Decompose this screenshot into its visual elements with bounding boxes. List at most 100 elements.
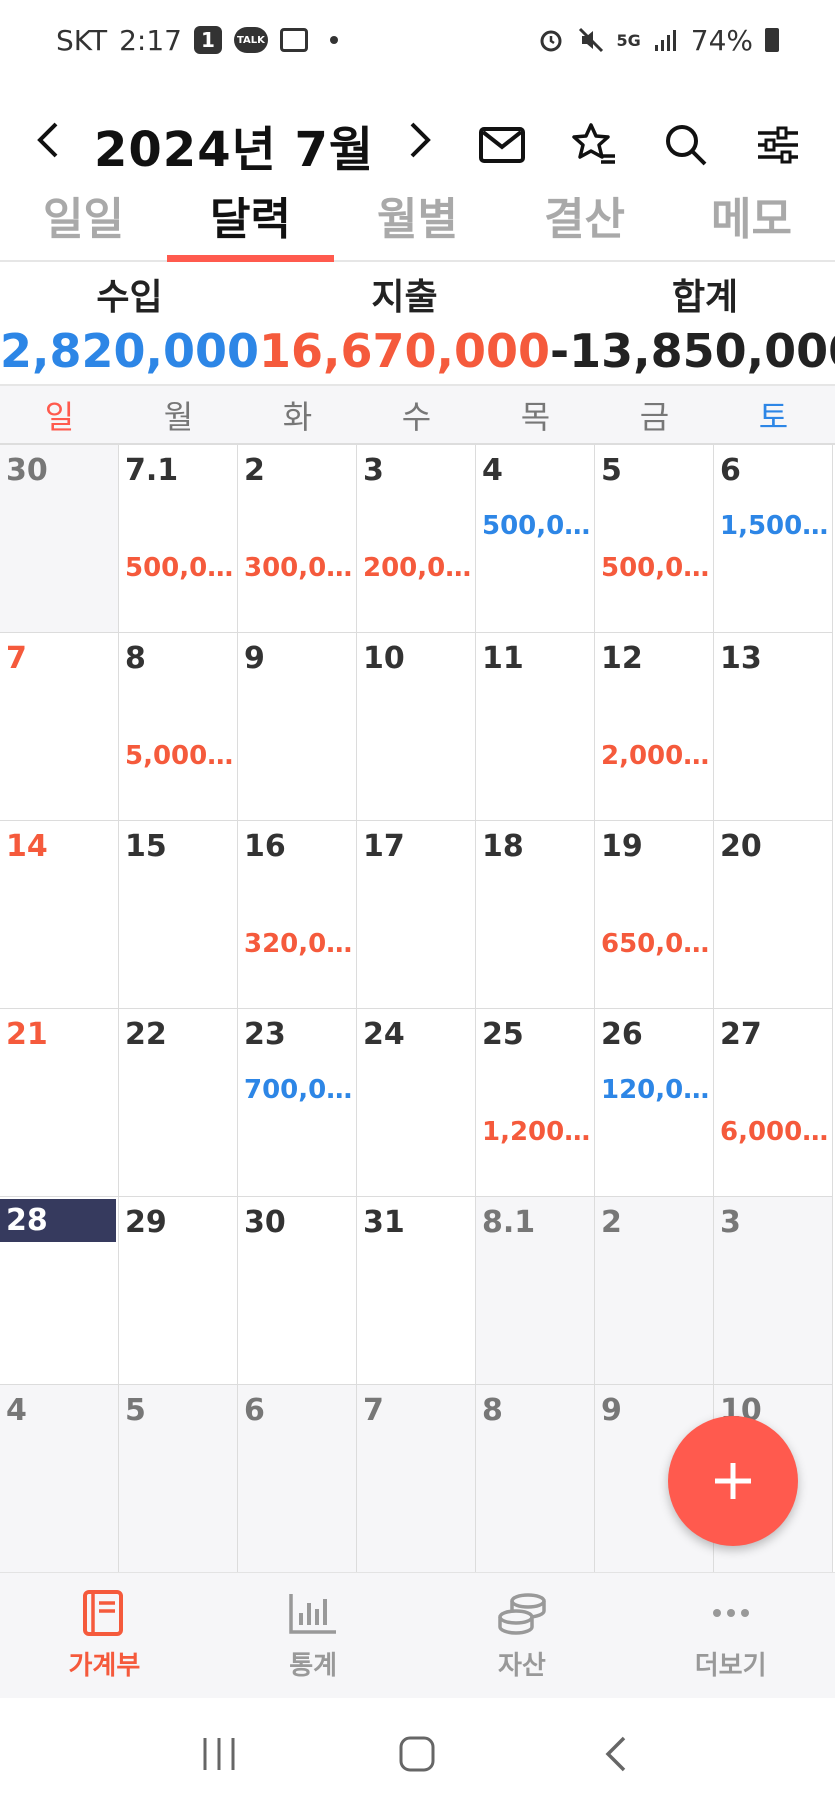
calendar-day-cell[interactable]: 7 [357, 1385, 476, 1573]
day-number: 17 [363, 829, 405, 864]
nav-more[interactable]: 더보기 [626, 1573, 835, 1698]
day-number: 3 [720, 1205, 741, 1240]
more-icon [704, 1589, 758, 1637]
calendar-day-cell[interactable]: 3 [714, 1197, 833, 1385]
tab-summary[interactable]: 결산 [501, 170, 668, 260]
tab-calendar[interactable]: 달력 [167, 170, 334, 262]
back-button[interactable] [586, 1724, 646, 1784]
calendar-day-cell[interactable]: 15 [119, 821, 238, 1009]
signal-icon [654, 30, 676, 51]
calendar-day-cell[interactable]: 10 [357, 633, 476, 821]
day-expense-amount: 500,0... [601, 553, 711, 583]
search-button[interactable] [663, 122, 709, 168]
recent-apps-button[interactable] [189, 1724, 249, 1784]
expense-value: 16,670,000 [259, 324, 551, 378]
nav-assets[interactable]: 자산 [418, 1573, 627, 1698]
calendar-day-cell[interactable]: 8 [476, 1385, 595, 1573]
calendar-day-cell[interactable]: 12 2,000... [595, 633, 714, 821]
calendar-day-cell[interactable]: 22 [119, 1009, 238, 1197]
home-button[interactable] [387, 1724, 447, 1784]
tab-monthly[interactable]: 월별 [334, 170, 501, 260]
talk-icon: TALK [233, 27, 268, 53]
day-income-amount: 1,500... [720, 511, 830, 541]
weekday-sun: 일 [44, 397, 75, 436]
day-number: 4 [482, 453, 503, 488]
calendar-day-cell[interactable]: 5 500,0... [595, 445, 714, 633]
tab-memo[interactable]: 메모 [668, 170, 835, 260]
day-number: 5 [601, 453, 622, 488]
day-expense-amount: 5,000... [125, 741, 235, 771]
nav-more-label: 더보기 [694, 1651, 767, 1681]
home-icon [399, 1736, 435, 1772]
calendar-day-cell[interactable]: 7.1 500,0... [119, 445, 238, 633]
calendar-day-cell[interactable]: 30 [238, 1197, 357, 1385]
nav-ledger[interactable]: 가계부 [0, 1573, 209, 1698]
calendar-day-cell[interactable]: 7 [0, 633, 119, 821]
mail-button[interactable] [479, 122, 525, 168]
calendar-day-cell[interactable]: 13 [714, 633, 833, 821]
calendar-day-cell[interactable]: 9 [238, 633, 357, 821]
calendar-day-cell[interactable]: 6 1,500... [714, 445, 833, 633]
calendar-day-cell[interactable]: 4 [0, 1385, 119, 1573]
day-number: 7.1 [125, 453, 179, 488]
weekday-header: 일 월 화 수 목 금 토 [0, 386, 835, 444]
nav-ledger-label: 가계부 [68, 1651, 141, 1681]
day-number: 16 [244, 829, 286, 864]
day-expense-amount: 1,200... [482, 1117, 592, 1147]
status-left: SKT 2:17 1 TALK [56, 24, 338, 57]
calendar-day-cell[interactable]: 21 [0, 1009, 119, 1197]
prev-month-button[interactable] [30, 120, 64, 171]
bookmark-button[interactable] [571, 122, 617, 168]
month-summary: 수입 2,820,000 지출 16,670,000 합계 -13,850,00… [0, 262, 835, 386]
calendar-day-cell[interactable]: 25 1,200... [476, 1009, 595, 1197]
day-number: 12 [601, 641, 643, 676]
calendar-day-cell[interactable]: 2 300,0... [238, 445, 357, 633]
calendar-day-cell[interactable]: 3 200,0... [357, 445, 476, 633]
calendar-day-cell[interactable]: 2 [595, 1197, 714, 1385]
alarm-icon [540, 30, 561, 52]
tab-daily[interactable]: 일일 [0, 170, 167, 260]
calendar-day-cell[interactable]: 19 650,0... [595, 821, 714, 1009]
calendar-day-cell[interactable]: 8 5,000... [119, 633, 238, 821]
weekday-tue: 화 [282, 397, 313, 436]
nav-stats[interactable]: 통계 [209, 1573, 418, 1698]
day-number: 25 [482, 1017, 524, 1052]
calendar-day-cell[interactable]: 11 [476, 633, 595, 821]
expense-label: 지출 [371, 277, 438, 318]
expense-summary: 지출 16,670,000 [259, 262, 550, 384]
calendar-day-cell[interactable]: 8.1 [476, 1197, 595, 1385]
calendar-day-cell[interactable]: 5 [119, 1385, 238, 1573]
bottom-nav: 가계부 통계 자산 더보기 [0, 1572, 835, 1698]
day-number: 7 [363, 1393, 384, 1428]
calendar-day-cell[interactable]: 4 500,0... [476, 445, 595, 633]
battery-icon [765, 28, 779, 52]
day-number: 9 [244, 641, 265, 676]
calendar-day-cell[interactable]: 18 [476, 821, 595, 1009]
calendar-day-cell[interactable]: 24 [357, 1009, 476, 1197]
calendar-day-cell[interactable]: 20 [714, 821, 833, 1009]
day-number: 21 [6, 1017, 48, 1052]
calendar-day-cell[interactable]: 27 6,000... [714, 1009, 833, 1197]
nav-stats-label: 통계 [289, 1651, 338, 1681]
nav-assets-label: 자산 [497, 1651, 546, 1681]
calendar-day-cell[interactable]: 14 [0, 821, 119, 1009]
filter-button[interactable] [755, 122, 801, 168]
calendar-day-cell[interactable]: 16 320,0... [238, 821, 357, 1009]
calendar-day-cell[interactable]: 23 700,0... [238, 1009, 357, 1197]
calendar-day-cell[interactable]: 30 [0, 445, 119, 633]
day-number: 10 [363, 641, 405, 676]
next-month-button[interactable] [404, 120, 438, 171]
day-number: 13 [720, 641, 762, 676]
recent-apps-icon [203, 1738, 235, 1770]
calendar-day-cell[interactable]: 31 [357, 1197, 476, 1385]
calendar-day-cell[interactable]: 29 [119, 1197, 238, 1385]
day-income-amount: 500,0... [482, 511, 592, 541]
add-transaction-button[interactable] [668, 1416, 798, 1546]
calendar-day-cell[interactable]: 26 120,0... [595, 1009, 714, 1197]
battery-percent: 74% [690, 23, 753, 57]
bar-chart-icon [286, 1589, 340, 1637]
calendar-day-cell[interactable]: 17 [357, 821, 476, 1009]
calendar-day-cell[interactable]: 6 [238, 1385, 357, 1573]
calendar-day-cell-today[interactable]: 28 [0, 1197, 119, 1385]
income-summary: 수입 2,820,000 [0, 262, 259, 384]
